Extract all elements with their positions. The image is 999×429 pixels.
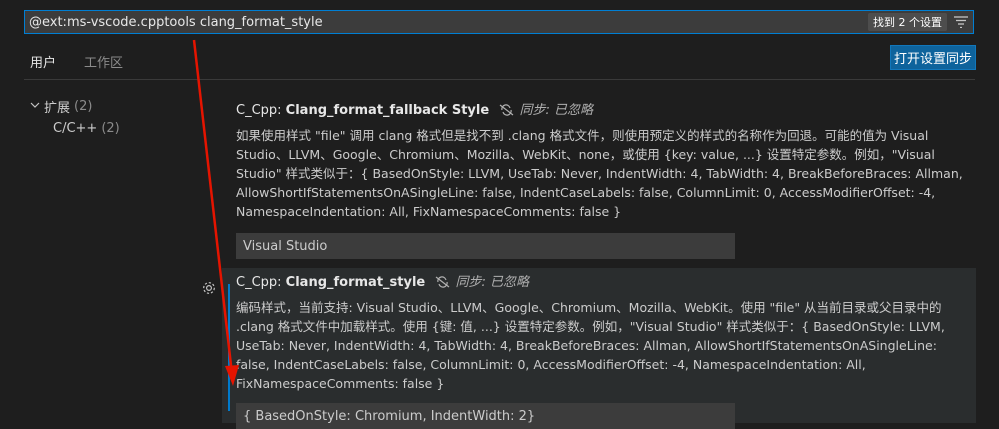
settings-scope-tabs: 用户 工作区 [24,48,129,80]
result-count-badge: 找到 2 个设置 [868,13,947,31]
fallback-style-input[interactable] [236,233,735,259]
tabs-divider [24,79,975,80]
tree-item-label: C/C++ [53,120,98,136]
tab-user[interactable]: 用户 [24,48,63,80]
gear-icon[interactable] [201,280,217,296]
clang-format-style-input[interactable] [236,403,735,429]
setting-title: C_Cpp: Clang_format_style 同步: 已忽略 [236,274,962,294]
tree-item-label: 扩展 [44,100,71,116]
sync-ignored-icon [435,276,451,294]
setting-description: 如果使用样式 "file" 调用 clang 格式但是找不到 .clang 格式… [236,128,963,219]
setting-name: Clang_format_style [285,275,426,290]
search-input[interactable]: @ext:ms-vscode.cpptools clang_format_sty… [29,15,323,30]
tree-item-extensions[interactable]: 扩展 (2) [30,95,120,117]
settings-search-bar[interactable]: @ext:ms-vscode.cpptools clang_format_sty… [24,10,974,34]
tab-workspace[interactable]: 工作区 [78,48,129,80]
open-settings-sync-button[interactable]: 打开设置同步 [890,45,976,70]
setting-description: 编码样式，当前支持: Visual Studio、LLVM、Google、Chr… [236,300,945,391]
settings-toc-tree: 扩展 (2) C/C++ (2) [30,95,120,139]
sync-state-label: 同步: 已忽略 [519,103,593,118]
chevron-down-icon [30,99,44,114]
sync-state: 同步: 已忽略 [499,103,593,118]
filter-icon[interactable] [953,14,969,30]
search-actions: 找到 2 个设置 [868,11,969,33]
tree-item-count: (2) [101,120,120,136]
setting-clang-format-fallback-style: C_Cpp: Clang_format_fallback Style 同步: 已… [222,96,976,259]
setting-category: C_Cpp: [236,275,286,290]
tree-item-count: (2) [74,98,93,114]
sync-ignored-icon [499,104,515,122]
setting-name: Clang_format_fallback Style [285,103,490,118]
setting-title: C_Cpp: Clang_format_fallback Style 同步: 已… [236,102,962,122]
setting-category: C_Cpp: [236,103,286,118]
setting-clang-format-style: C_Cpp: Clang_format_style 同步: 已忽略 编码样式，当… [222,268,976,429]
sync-state-label: 同步: 已忽略 [455,275,530,290]
tree-item-cpp[interactable]: C/C++ (2) [30,117,120,139]
sync-state: 同步: 已忽略 [435,275,529,290]
